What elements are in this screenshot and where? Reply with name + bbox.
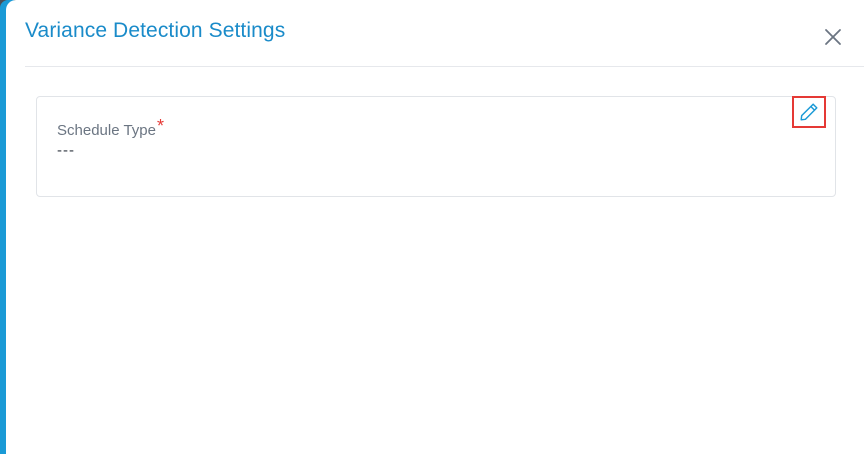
modal-header: Variance Detection Settings [6,0,864,66]
close-button[interactable] [822,26,844,48]
header-divider [25,66,864,67]
required-marker: * [156,116,164,136]
close-icon [825,29,841,45]
settings-modal: Variance Detection Settings Schedule Typ… [6,0,864,454]
schedule-type-label: Schedule Type* [57,116,164,140]
edit-schedule-button[interactable] [792,96,826,128]
schedule-type-label-text: Schedule Type [57,122,156,139]
modal-title: Variance Detection Settings [25,19,286,42]
schedule-type-value: --- [57,142,75,159]
schedule-type-card: Schedule Type* --- [36,96,836,197]
pencil-icon [800,103,818,121]
